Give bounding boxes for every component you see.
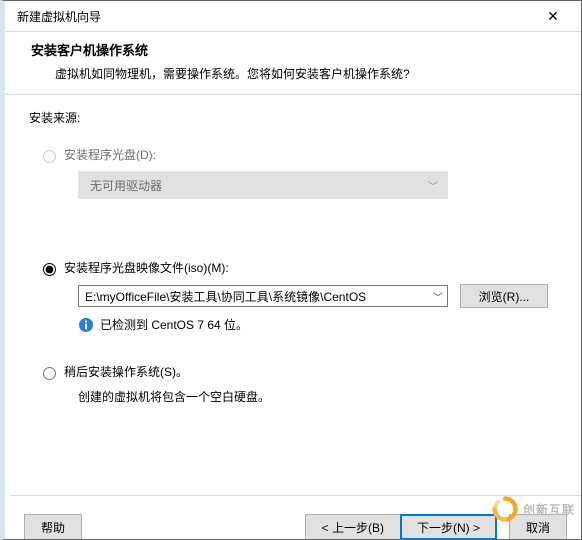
wizard-body: 安装来源: 安装程序光盘(D): 无可用驱动器 ﹀ 安装程序光盘映像文件(iso…: [5, 95, 581, 405]
header-title: 安装客户机操作系统: [31, 40, 561, 59]
option-install-later-label: 稍后安装操作系统(S)。: [64, 363, 188, 380]
wizard-footer: 帮助 < 上一步(B) 下一步(N) > 取消: [10, 495, 581, 539]
option-install-later[interactable]: 稍后安装操作系统(S)。: [43, 363, 563, 380]
next-button[interactable]: 下一步(N) >: [400, 514, 497, 540]
detected-os-text: 已检测到 CentOS 7 64 位。: [100, 316, 248, 333]
help-button[interactable]: 帮助: [24, 514, 82, 540]
radio-installer-disc[interactable]: [43, 150, 56, 163]
cancel-button[interactable]: 取消: [509, 514, 567, 540]
disc-drive-dropdown: 无可用驱动器 ﹀: [78, 171, 448, 199]
option-iso-file-label: 安装程序光盘映像文件(iso)(M):: [64, 259, 229, 276]
header-description: 虚拟机如同物理机，需要操作系统。您将如何安装客户机操作系统?: [55, 65, 561, 82]
disc-drive-value: 无可用驱动器: [90, 177, 162, 194]
back-button[interactable]: < 上一步(B): [305, 514, 401, 540]
radio-install-later[interactable]: [43, 367, 56, 380]
iso-input-row: E:\myOfficeFile\安装工具\协同工具\系统镜像\CentOS ﹀ …: [78, 284, 563, 308]
wizard-window: 新建虚拟机向导 ✕ 安装客户机操作系统 虚拟机如同物理机，需要操作系统。您将如何…: [0, 0, 582, 540]
radio-iso-file[interactable]: [43, 263, 56, 276]
iso-path-combobox[interactable]: E:\myOfficeFile\安装工具\协同工具\系统镜像\CentOS ﹀: [78, 285, 448, 307]
nav-button-group: < 上一步(B) 下一步(N) >: [305, 514, 497, 539]
close-button[interactable]: ✕: [533, 4, 573, 28]
wizard-header: 安装客户机操作系统 虚拟机如同物理机，需要操作系统。您将如何安装客户机操作系统?: [5, 32, 581, 94]
option-installer-disc[interactable]: 安装程序光盘(D):: [43, 146, 563, 163]
chevron-down-icon: ﹀: [428, 178, 438, 193]
browse-button[interactable]: 浏览(R)...: [460, 284, 548, 308]
chevron-down-icon: ﹀: [433, 289, 443, 304]
titlebar: 新建虚拟机向导 ✕: [5, 1, 581, 32]
install-source-label: 安装来源:: [29, 109, 563, 126]
iso-path-value: E:\myOfficeFile\安装工具\协同工具\系统镜像\CentOS: [85, 288, 429, 305]
install-later-hint: 创建的虚拟机将包含一个空白硬盘。: [78, 388, 563, 405]
install-options-group: 安装程序光盘(D): 无可用驱动器 ﹀ 安装程序光盘映像文件(iso)(M): …: [43, 146, 563, 405]
option-iso-file[interactable]: 安装程序光盘映像文件(iso)(M):: [43, 259, 563, 276]
window-title: 新建虚拟机向导: [17, 8, 101, 25]
detected-os-row: 已检测到 CentOS 7 64 位。: [78, 316, 563, 333]
close-icon: ✕: [547, 8, 559, 25]
option-installer-disc-label: 安装程序光盘(D):: [64, 146, 156, 163]
info-icon: [78, 317, 94, 333]
